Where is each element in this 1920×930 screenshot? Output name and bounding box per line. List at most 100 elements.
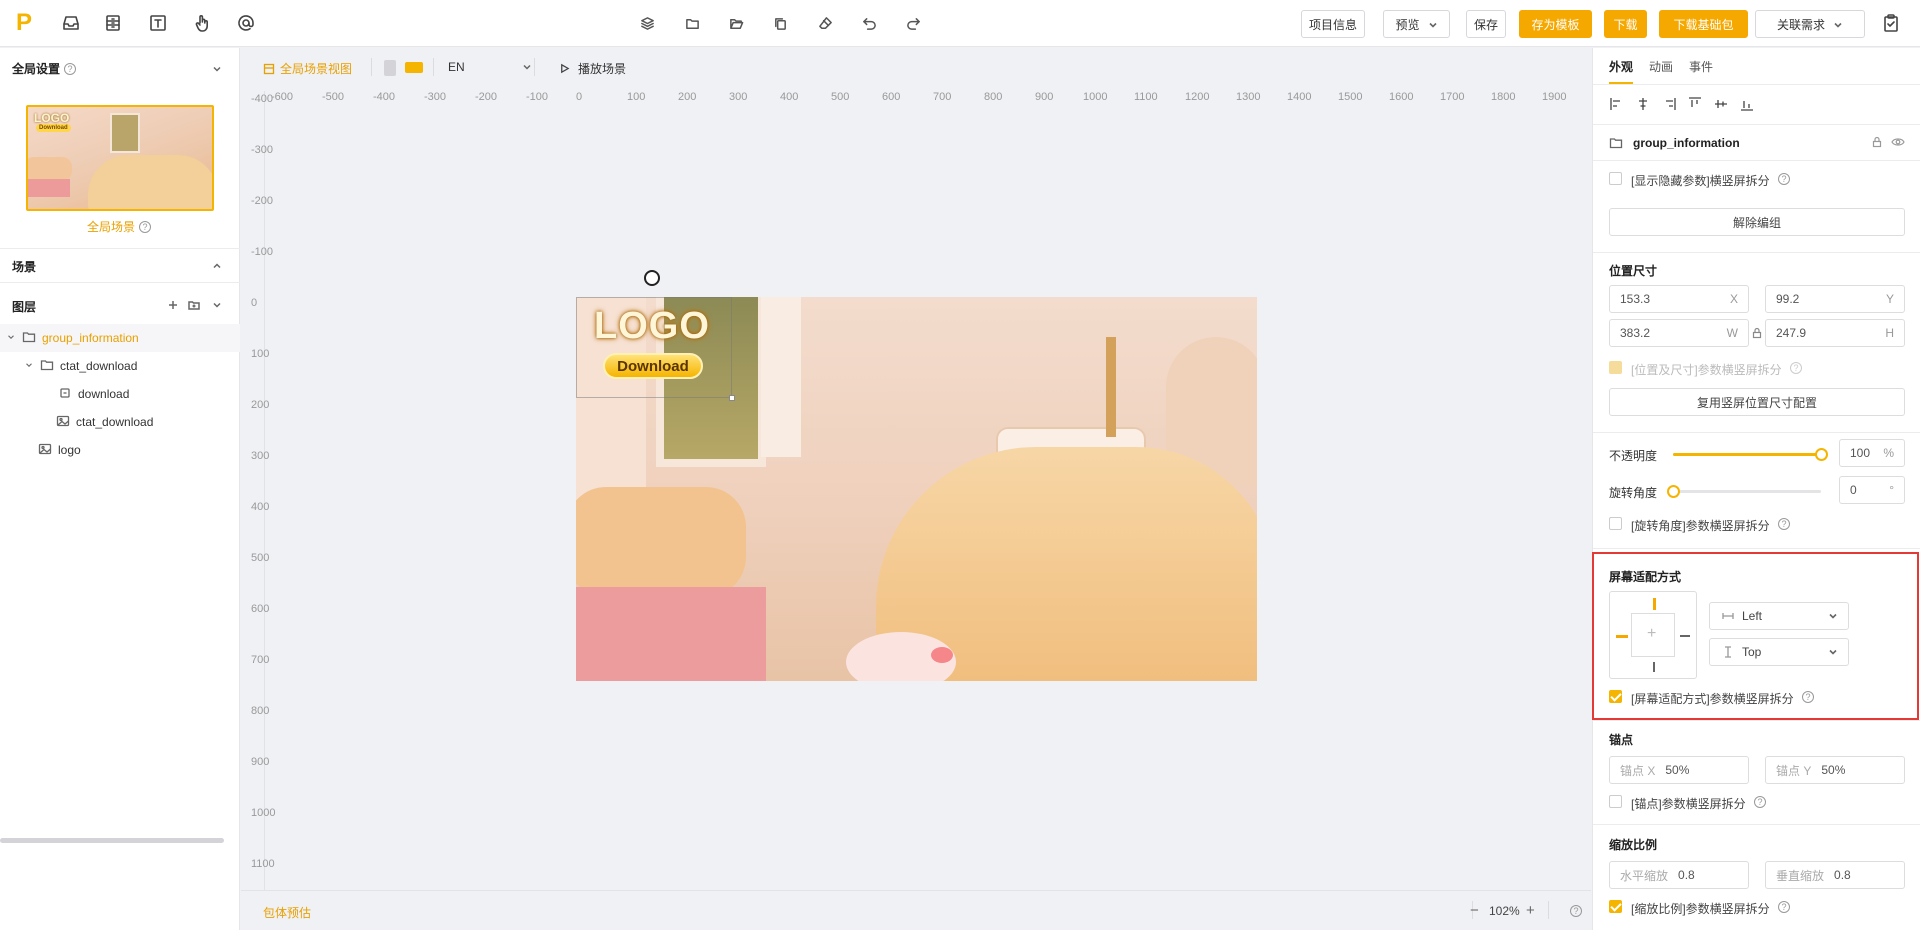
anchor-top-active[interactable] — [1653, 598, 1656, 610]
layer-row-ctat-download-group[interactable]: ctat_download — [0, 352, 240, 380]
stage-artboard[interactable]: LOGO Download — [576, 297, 1257, 681]
align-top-icon[interactable] — [1687, 96, 1703, 112]
scale-split-checkbox[interactable] — [1609, 900, 1622, 913]
screen-fit-anchor-widget[interactable]: + — [1609, 591, 1697, 679]
rotation-slider-knob[interactable] — [1667, 485, 1680, 498]
rotation-split-checkbox[interactable] — [1609, 517, 1622, 530]
anchor-right[interactable] — [1680, 635, 1690, 637]
scale-horizontal-input[interactable]: 水平缩放 0.8 — [1609, 861, 1749, 889]
device-portrait-toggle[interactable] — [384, 60, 396, 76]
eraser-icon[interactable] — [816, 14, 834, 32]
chevron-down-icon[interactable] — [211, 299, 223, 311]
layers-icon[interactable] — [638, 14, 656, 32]
zoom-out-button[interactable]: − — [1470, 902, 1479, 919]
help-icon[interactable]: ? — [1570, 905, 1582, 917]
global-scene-label[interactable]: 全局场景 ? — [87, 218, 152, 235]
size-width-input[interactable]: 383.2 W — [1609, 319, 1749, 347]
horizontal-fit-select[interactable]: Left — [1709, 602, 1849, 630]
chevron-down-icon[interactable] — [24, 359, 34, 373]
layer-row-logo[interactable]: logo — [0, 436, 240, 464]
save-button[interactable]: 保存 — [1466, 10, 1506, 38]
position-y-input[interactable]: 99.2 Y — [1765, 285, 1905, 313]
tab-appearance[interactable]: 外观 — [1609, 58, 1634, 84]
reuse-portrait-config-button[interactable]: 复用竖屏位置尺寸配置 — [1609, 388, 1905, 416]
folder-icon[interactable] — [683, 14, 701, 32]
download-button[interactable]: 下载 — [1604, 10, 1647, 38]
eye-icon[interactable] — [1891, 136, 1905, 148]
zoom-in-button[interactable]: + — [1526, 902, 1535, 919]
align-left-icon[interactable] — [1609, 96, 1625, 112]
preview-dropdown[interactable]: 预览 — [1383, 10, 1450, 38]
new-folder-icon[interactable] — [188, 299, 200, 311]
help-icon[interactable]: ? — [1778, 901, 1790, 913]
rotation-slider[interactable] — [1667, 485, 1821, 498]
play-scene-button[interactable]: 播放场景 — [559, 60, 626, 77]
anchor-left-active[interactable] — [1616, 635, 1628, 638]
hand-pointer-icon[interactable] — [191, 12, 213, 34]
chevron-down-icon[interactable] — [6, 331, 16, 345]
archive-icon[interactable] — [102, 12, 124, 34]
scene-view-toggle[interactable]: 全局场景视图 — [263, 60, 352, 77]
layer-row-download[interactable]: download — [0, 380, 240, 408]
link-requirement-dropdown[interactable]: 关联需求 — [1755, 10, 1865, 38]
scene-header[interactable]: 场景 — [12, 258, 36, 275]
help-icon[interactable]: ? — [1778, 518, 1790, 530]
help-icon[interactable]: ? — [64, 62, 77, 75]
opacity-slider[interactable] — [1673, 448, 1828, 461]
rotation-input[interactable]: 0 ° — [1839, 476, 1905, 504]
anchor-split-checkbox[interactable] — [1609, 795, 1622, 808]
device-landscape-toggle[interactable] — [405, 62, 423, 73]
opacity-input[interactable]: 100 % — [1839, 439, 1905, 467]
align-right-icon[interactable] — [1661, 96, 1677, 112]
lock-ratio-icon[interactable] — [1751, 327, 1763, 339]
at-sign-icon[interactable] — [235, 12, 257, 34]
resize-handle[interactable] — [729, 395, 735, 401]
global-scene-thumbnail[interactable]: LOGO Download — [26, 105, 214, 211]
anchor-bottom[interactable] — [1653, 662, 1655, 672]
clipboard-check-icon[interactable] — [1880, 12, 1902, 34]
size-height-input[interactable]: 247.9 H — [1765, 319, 1905, 347]
folder-open-icon[interactable] — [727, 14, 745, 32]
position-x-input[interactable]: 153.3 X — [1609, 285, 1749, 313]
layer-row-group-information[interactable]: group_information — [0, 324, 240, 352]
help-icon[interactable]: ? — [139, 220, 152, 233]
package-estimate-link[interactable]: 包体预估 — [263, 904, 311, 921]
thumb-logo-text: LOGO — [34, 111, 70, 125]
scale-vertical-input[interactable]: 垂直缩放 0.8 — [1765, 861, 1905, 889]
download-base-button[interactable]: 下载基础包 — [1659, 10, 1748, 38]
text-icon[interactable] — [147, 12, 169, 34]
copy-icon[interactable] — [771, 14, 789, 32]
tab-animation[interactable]: 动画 — [1649, 58, 1673, 75]
opacity-slider-knob[interactable] — [1815, 448, 1828, 461]
help-icon[interactable]: ? — [1754, 796, 1766, 808]
rotate-handle-icon[interactable] — [644, 270, 660, 286]
scale-horizontal-label: 水平缩放 — [1620, 868, 1669, 883]
chevron-down-icon[interactable] — [211, 63, 223, 75]
ungroup-button[interactable]: 解除编组 — [1609, 208, 1905, 236]
show-hidden-params-checkbox[interactable] — [1609, 172, 1622, 185]
horizontal-scrollbar[interactable] — [0, 838, 224, 843]
help-icon[interactable]: ? — [1778, 173, 1790, 185]
align-center-h-icon[interactable] — [1635, 96, 1651, 112]
redo-icon[interactable] — [904, 14, 922, 32]
screen-fit-split-checkbox[interactable] — [1609, 690, 1622, 703]
anchor-x-input[interactable]: 锚点 X 50% — [1609, 756, 1749, 784]
add-layer-icon[interactable] — [167, 299, 179, 311]
save-template-button[interactable]: 存为模板 — [1519, 10, 1592, 38]
undo-icon[interactable] — [860, 14, 878, 32]
help-icon[interactable]: ? — [1790, 362, 1802, 374]
align-bottom-icon[interactable] — [1739, 96, 1755, 112]
layer-row-ctat-download-image[interactable]: ctat_download — [0, 408, 240, 436]
ruler-tick: -600 — [271, 91, 294, 103]
align-center-v-icon[interactable] — [1713, 96, 1729, 112]
inbox-icon[interactable] — [60, 12, 82, 34]
chevron-up-icon[interactable] — [211, 260, 223, 272]
help-icon[interactable]: ? — [1802, 691, 1814, 703]
project-info-button[interactable]: 项目信息 — [1301, 10, 1365, 38]
anchor-center-box[interactable]: + — [1631, 613, 1675, 657]
lock-icon[interactable] — [1871, 136, 1883, 148]
vertical-fit-select[interactable]: Top — [1709, 638, 1849, 666]
tab-events[interactable]: 事件 — [1689, 58, 1713, 75]
anchor-y-input[interactable]: 锚点 Y 50% — [1765, 756, 1905, 784]
language-select[interactable]: EN — [448, 60, 532, 74]
